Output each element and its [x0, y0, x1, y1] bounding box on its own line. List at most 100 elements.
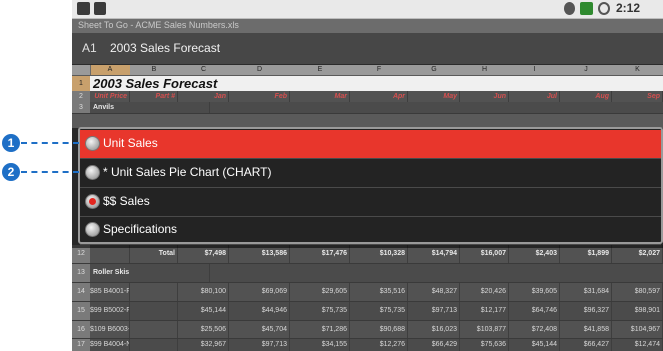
table-cell[interactable]: $80,597: [612, 283, 663, 301]
table-cell[interactable]: $72,408: [509, 321, 560, 338]
table-cell[interactable]: Aug: [560, 91, 612, 102]
table-cell[interactable]: $66,427: [560, 339, 612, 351]
table-cell[interactable]: $96,327: [560, 302, 612, 320]
table-cell[interactable]: $80,100: [178, 283, 229, 301]
worksheet-option[interactable]: Specifications: [80, 216, 661, 245]
table-cell[interactable]: Jan: [178, 91, 229, 102]
table-cell[interactable]: Jun: [460, 91, 509, 102]
worksheet-option-label: * Unit Sales Pie Chart (CHART): [103, 165, 272, 179]
formula-bar[interactable]: A1 2003 Sales Forecast: [72, 33, 663, 65]
table-cell[interactable]: $12,474: [612, 339, 663, 351]
table-cell[interactable]: $90,688: [350, 321, 408, 338]
row-number[interactable]: 15: [72, 302, 90, 320]
worksheet-option-label: Unit Sales: [103, 136, 158, 150]
table-cell[interactable]: $71,286: [290, 321, 350, 338]
table-cell[interactable]: Sep: [612, 91, 663, 102]
table-cell[interactable]: [130, 321, 178, 338]
radio-button-icon[interactable]: [85, 222, 100, 237]
select-all-corner[interactable]: [72, 65, 91, 75]
table-cell[interactable]: $69,069: [229, 283, 290, 301]
row-number[interactable]: 13: [72, 264, 90, 282]
column-header[interactable]: G: [408, 65, 461, 75]
table-cell[interactable]: $20,426: [460, 283, 509, 301]
table-cell[interactable]: $12,276: [350, 339, 408, 351]
table-cell[interactable]: Part #: [130, 91, 178, 102]
table-cell[interactable]: $85 B4001-F: [90, 283, 130, 301]
table-row[interactable]: 16 $109 B6003-F $25,506 $45,704 $71,286 $90,6…: [72, 321, 663, 339]
row-number[interactable]: 1: [72, 76, 90, 91]
column-header[interactable]: D: [229, 65, 291, 75]
column-header[interactable]: K: [612, 65, 663, 75]
table-cell[interactable]: $25,506: [178, 321, 229, 338]
table-cell[interactable]: $45,144: [509, 339, 560, 351]
table-cell[interactable]: $16,023: [408, 321, 460, 338]
table-cell[interactable]: [130, 283, 178, 301]
worksheet-option[interactable]: $$ Sales: [80, 188, 661, 217]
table-cell[interactable]: $75,735: [350, 302, 408, 320]
table-cell[interactable]: Roller Skis: [90, 264, 210, 282]
table-cell[interactable]: $29,605: [290, 283, 350, 301]
table-cell[interactable]: Unit Price: [90, 91, 130, 102]
table-cell[interactable]: [130, 339, 178, 351]
table-row[interactable]: 1 2003 Sales Forecast: [72, 76, 663, 92]
row-number[interactable]: 2: [72, 91, 90, 102]
table-cell[interactable]: $35,516: [350, 283, 408, 301]
table-cell[interactable]: $64,746: [509, 302, 560, 320]
column-header[interactable]: J: [560, 65, 613, 75]
table-cell[interactable]: [130, 302, 178, 320]
table-cell[interactable]: $45,144: [178, 302, 229, 320]
table-cell[interactable]: $44,946: [229, 302, 290, 320]
table-cell[interactable]: $109 B6003-F: [90, 321, 130, 338]
table-cell[interactable]: $39,605: [509, 283, 560, 301]
row-number[interactable]: 17: [72, 339, 90, 351]
table-cell[interactable]: 2003 Sales Forecast: [90, 76, 350, 91]
column-header[interactable]: F: [350, 65, 409, 75]
callout-line-1: [21, 142, 79, 144]
column-header[interactable]: B: [130, 65, 179, 75]
table-cell[interactable]: $12,177: [460, 302, 509, 320]
table-cell[interactable]: $45,704: [229, 321, 290, 338]
table-cell[interactable]: $104,967: [612, 321, 663, 338]
column-header[interactable]: C: [178, 65, 230, 75]
column-header[interactable]: I: [509, 65, 561, 75]
column-header[interactable]: E: [290, 65, 351, 75]
table-row[interactable]: 17$99 B4004-NF $32,967$97,713$34,155$12,2…: [72, 339, 663, 351]
row-number[interactable]: 16: [72, 321, 90, 338]
radio-button-icon[interactable]: [85, 165, 100, 180]
worksheet-option[interactable]: * Unit Sales Pie Chart (CHART): [80, 159, 661, 188]
table-cell[interactable]: Jul: [509, 91, 560, 102]
table-cell[interactable]: Apr: [350, 91, 408, 102]
table-cell[interactable]: $41,858: [560, 321, 612, 338]
row-number[interactable]: 3: [72, 102, 90, 113]
table-row[interactable]: 13 Roller Skis: [72, 264, 663, 283]
table-cell[interactable]: May: [408, 91, 460, 102]
table-cell[interactable]: $98,901: [612, 302, 663, 320]
radio-button-icon[interactable]: [85, 194, 100, 209]
table-cell[interactable]: $99 B4004-NF: [90, 339, 130, 351]
table-cell[interactable]: $32,967: [178, 339, 229, 351]
cell-content[interactable]: 2003 Sales Forecast: [110, 41, 220, 55]
table-cell[interactable]: $75,636: [460, 339, 509, 351]
table-cell[interactable]: $66,429: [408, 339, 460, 351]
table-cell[interactable]: $97,713: [408, 302, 460, 320]
radio-button-icon[interactable]: [85, 136, 100, 151]
table-cell[interactable]: $97,713: [229, 339, 290, 351]
worksheet-option[interactable]: Unit Sales: [80, 130, 661, 159]
column-header[interactable]: H: [460, 65, 510, 75]
table-cell[interactable]: Mar: [290, 91, 350, 102]
table-cell[interactable]: $34,155: [290, 339, 350, 351]
table-row[interactable]: 14 $85 B4001-F $80,100 $69,069 $29,605 $35,51…: [72, 283, 663, 302]
table-cell[interactable]: $103,877: [460, 321, 509, 338]
table-row[interactable]: 15 $99 B5002-F $45,144 $44,946 $75,735 $75,73…: [72, 302, 663, 321]
usb-icon: [94, 2, 106, 15]
table-cell[interactable]: Feb: [229, 91, 290, 102]
row-number[interactable]: 14: [72, 283, 90, 301]
table-row[interactable]: 3 Anvils: [72, 102, 663, 114]
table-cell[interactable]: $48,327: [408, 283, 460, 301]
column-header[interactable]: A: [90, 65, 131, 75]
table-cell[interactable]: $99 B5002-F: [90, 302, 130, 320]
table-cell[interactable]: $75,735: [290, 302, 350, 320]
callout-badge-2: 2: [2, 163, 20, 181]
table-cell[interactable]: Anvils: [90, 102, 210, 113]
table-cell[interactable]: $31,684: [560, 283, 612, 301]
